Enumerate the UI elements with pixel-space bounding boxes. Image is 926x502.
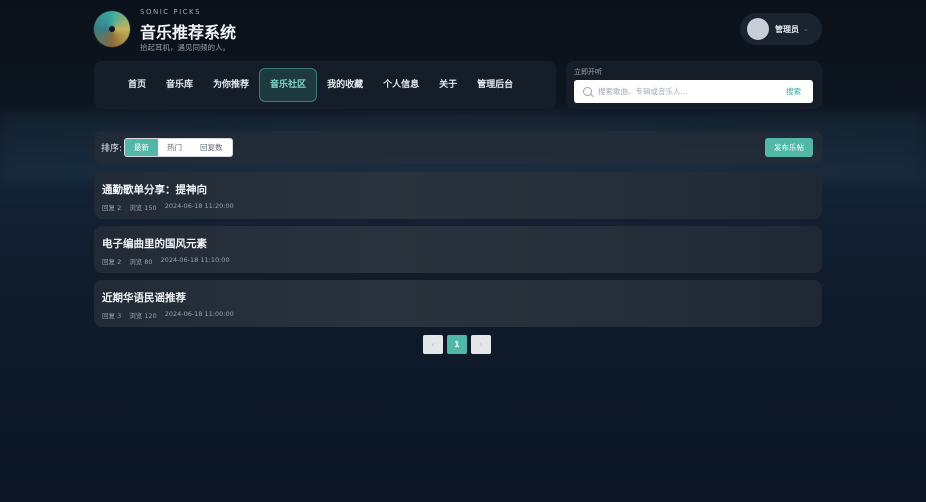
post-meta: 回复 3 浏览 120 2024-06-18 11:00:00 — [102, 310, 242, 320]
sort-label: 排序: — [101, 144, 123, 154]
avatar — [747, 18, 769, 40]
nav-item-recommend[interactable]: 为你推荐 — [203, 68, 259, 102]
post-card[interactable]: 通勤歌单分享：提神向 回复 2 浏览 150 2024-06-18 11:20:… — [94, 172, 822, 219]
post-card[interactable]: 电子编曲里的国风元素 回复 2 浏览 80 2024-06-18 11:10:0… — [94, 226, 822, 273]
post-meta: 回复 2 浏览 150 2024-06-18 11:20:00 — [102, 202, 242, 212]
search-icon — [583, 87, 592, 96]
pagination-page-1[interactable]: 1 — [447, 335, 467, 354]
publish-post-button[interactable]: 发布乐帖 — [765, 138, 813, 157]
post-meta: 回复 2 浏览 80 2024-06-18 11:10:00 — [102, 256, 238, 266]
nav-item-profile[interactable]: 个人信息 — [373, 68, 429, 102]
pagination: ‹ 1 › — [423, 335, 495, 354]
post-replies: 回复 2 — [102, 204, 122, 212]
logo-disc-icon[interactable] — [94, 11, 130, 47]
post-replies: 回复 2 — [102, 258, 122, 266]
sort-bar: 排序: 最新 热门 回复数 发布乐帖 — [94, 131, 822, 164]
search-button[interactable]: 搜索 — [786, 86, 801, 97]
sort-option-replies[interactable]: 回复数 — [191, 139, 232, 156]
sort-option-latest[interactable]: 最新 — [125, 139, 159, 156]
post-replies: 回复 3 — [102, 312, 122, 320]
sort-option-hot[interactable]: 热门 — [158, 139, 191, 156]
site-title: 音乐推荐系统 — [140, 23, 237, 42]
search-input[interactable] — [598, 87, 778, 96]
nav-item-about[interactable]: 关于 — [429, 68, 467, 102]
post-time: 2024-06-18 11:00:00 — [164, 310, 234, 318]
post-views: 浏览 80 — [129, 258, 153, 266]
sort-segmented-control: 最新 热门 回复数 — [124, 138, 233, 157]
nav-item-favorites[interactable]: 我的收藏 — [317, 68, 373, 102]
search-panel: 立即开听 搜索 — [566, 61, 822, 109]
user-name: 管理员 — [775, 24, 799, 34]
main-nav: 首页 音乐库 为你推荐 音乐社区 我的收藏 个人信息 关于 管理后台 — [94, 61, 556, 109]
nav-item-community[interactable]: 音乐社区 — [259, 68, 318, 102]
post-title[interactable]: 电子编曲里的国风元素 — [102, 236, 207, 251]
brand-tagline: 拾起耳机，遇见同频的人。 — [140, 43, 230, 52]
post-views: 浏览 120 — [129, 312, 157, 320]
pagination-prev-button[interactable]: ‹ — [423, 335, 443, 354]
nav-item-admin[interactable]: 管理后台 — [467, 68, 523, 102]
brand-subtitle: SONIC PICKS — [140, 8, 202, 16]
post-card[interactable]: 近期华语民谣推荐 回复 3 浏览 120 2024-06-18 11:00:00 — [94, 280, 822, 327]
post-time: 2024-06-18 11:20:00 — [164, 202, 234, 210]
chevron-down-icon: ⌄ — [803, 25, 809, 33]
user-menu[interactable]: 管理员 ⌄ — [740, 13, 822, 45]
pagination-next-button[interactable]: › — [471, 335, 491, 354]
post-title[interactable]: 近期华语民谣推荐 — [102, 290, 186, 305]
search-label: 立即开听 — [574, 68, 602, 76]
post-views: 浏览 150 — [129, 204, 157, 212]
search-field[interactable]: 搜索 — [574, 80, 813, 103]
nav-item-home[interactable]: 首页 — [118, 68, 156, 102]
post-title[interactable]: 通勤歌单分享：提神向 — [102, 182, 207, 197]
nav-item-library[interactable]: 音乐库 — [156, 68, 203, 102]
post-time: 2024-06-18 11:10:00 — [160, 256, 230, 264]
